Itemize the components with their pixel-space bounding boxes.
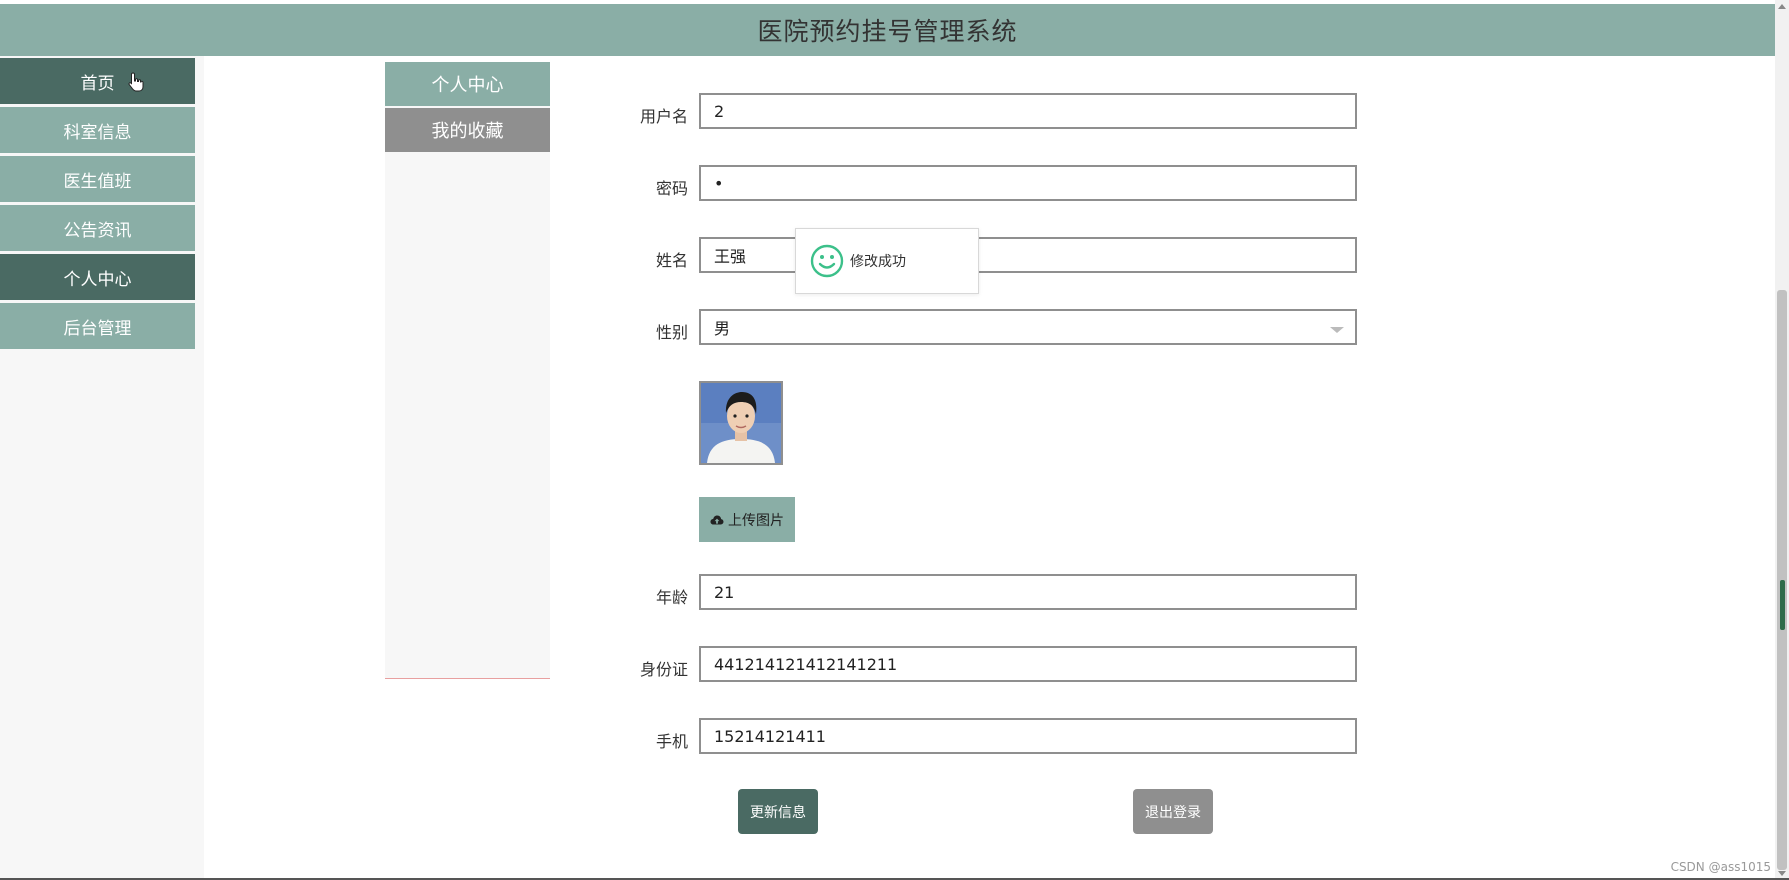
toast-message: 修改成功 [850,254,906,270]
scroll-down-arrow-icon[interactable] [1778,871,1786,876]
id-card-value: 441214121412141211 [714,654,898,674]
nav-item-label: 后台管理 [63,318,132,339]
sub-nav-personal-center[interactable]: 个人中心 [385,62,550,106]
scroll-up-arrow-icon[interactable] [1778,4,1786,9]
gender-value: 男 [714,319,731,338]
nav-item-label: 公告资讯 [63,220,132,241]
nav-item-departments[interactable]: 科室信息 [0,107,195,153]
nav-item-label: 个人中心 [63,269,132,290]
password-field[interactable]: • [699,165,1357,201]
age-field[interactable]: 21 [699,574,1357,610]
success-toast: 修改成功 [795,228,979,294]
sub-nav: 个人中心 我的收藏 [385,62,550,679]
cloud-upload-icon [710,515,724,524]
nav-item-label: 科室信息 [63,122,132,143]
scroll-marker [1780,580,1785,630]
sub-nav-label: 我的收藏 [431,121,504,142]
nav-item-admin[interactable]: 后台管理 [0,303,195,349]
smiley-success-icon [810,244,844,278]
logout-button[interactable]: 退出登录 [1133,789,1213,834]
gender-select[interactable]: 男 [699,309,1357,345]
username-field[interactable]: 2 [699,93,1357,129]
phone-value: 15214121411 [714,726,826,746]
name-label: 姓名 [655,251,688,270]
logout-label: 退出登录 [1145,804,1201,821]
password-value: • [714,173,724,193]
watermark: CSDN @ass1015 [1670,860,1771,874]
sub-nav-favorites[interactable]: 我的收藏 [385,108,550,152]
nav-item-label: 医生值班 [63,171,132,192]
id-card-label: 身份证 [639,660,688,679]
hand-pointer-icon [128,72,144,92]
username-value: 2 [714,101,725,121]
id-card-field[interactable]: 441214121412141211 [699,646,1357,682]
upload-image-label: 上传图片 [728,512,784,529]
update-info-button[interactable]: 更新信息 [738,789,818,834]
nav-item-home[interactable]: 首页 [0,58,195,104]
age-label: 年龄 [655,588,688,607]
username-label: 用户名 [639,107,688,126]
app-header: 医院预约挂号管理系统 [0,4,1775,56]
phone-field[interactable]: 15214121411 [699,718,1357,754]
sub-nav-label: 个人中心 [431,75,504,96]
nav-item-label: 首页 [80,73,115,94]
page-scrollbar[interactable] [1775,0,1789,880]
main-nav: 首页 科室信息 医生值班 公告资讯 个人中心 后台管理 [0,56,204,878]
phone-label: 手机 [655,732,688,751]
nav-item-announcements[interactable]: 公告资讯 [0,205,195,251]
name-value: 王强 [714,247,747,266]
upload-image-button[interactable]: 上传图片 [699,497,795,542]
avatar-image [699,381,783,465]
nav-item-personal-center[interactable]: 个人中心 [0,254,195,300]
app-title: 医院预约挂号管理系统 [757,17,1018,46]
age-value: 21 [714,582,735,602]
password-label: 密码 [655,179,688,198]
gender-label: 性别 [655,323,688,342]
chevron-down-icon [1330,327,1344,333]
nav-item-doctor-duty[interactable]: 医生值班 [0,156,195,202]
update-info-label: 更新信息 [750,804,806,821]
